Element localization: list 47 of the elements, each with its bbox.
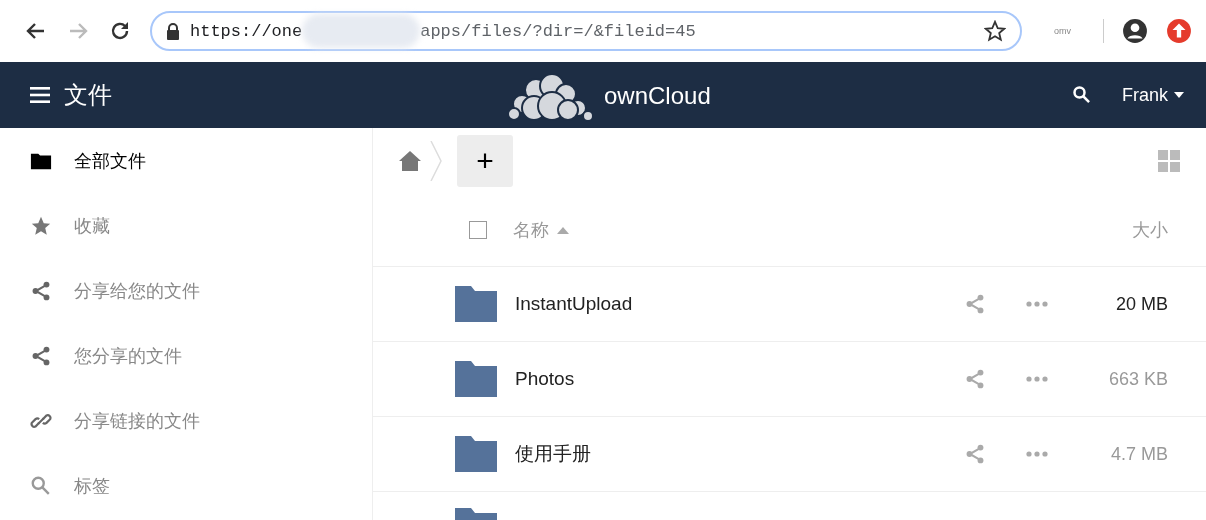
search-icon [30, 474, 52, 497]
file-size: 4.7 MB [1109, 443, 1168, 465]
app-title: 文件 [64, 80, 112, 110]
sort-caret-icon [557, 226, 569, 234]
caret-icon [1174, 92, 1184, 98]
file-row[interactable]: 使用手册 4.7 MB [373, 417, 1206, 492]
sidebar-item[interactable]: 分享给您的文件 [0, 258, 372, 323]
file-size: 20 MB [1114, 293, 1168, 315]
share-icon[interactable] [964, 368, 986, 390]
home-icon[interactable] [399, 151, 421, 171]
extension-label[interactable]: omv [1040, 26, 1085, 36]
profile-icon[interactable] [1122, 18, 1148, 44]
url-text: https://one [190, 21, 303, 41]
sidebar-item[interactable]: 全部文件 [0, 128, 372, 193]
folder-icon [455, 361, 497, 397]
select-all-checkbox[interactable] [469, 221, 487, 239]
sidebar-item[interactable]: 分享链接的文件 [0, 388, 372, 453]
lock-icon [166, 22, 180, 40]
share-icon[interactable] [964, 443, 986, 465]
file-size: 663 KB [1107, 368, 1168, 390]
sidebar-item[interactable]: 标签 [0, 453, 372, 518]
share-icon [30, 279, 52, 302]
breadcrumb-divider-icon [429, 141, 443, 181]
menu-icon[interactable] [30, 87, 50, 103]
url-text: apps/files/?dir=/&fileid=45 [420, 21, 696, 41]
sidebar-item[interactable]: 收藏 [0, 193, 372, 258]
grid-view-icon[interactable] [1158, 150, 1180, 172]
share-icon [30, 344, 52, 367]
folder-icon [455, 286, 497, 322]
file-row[interactable]: Photos 663 KB [373, 342, 1206, 417]
more-icon[interactable] [1026, 301, 1048, 307]
user-menu[interactable]: Frank [1122, 84, 1184, 106]
sidebar-item[interactable]: 您分享的文件 [0, 323, 372, 388]
new-button[interactable]: + [457, 135, 513, 187]
more-icon[interactable] [1026, 376, 1048, 382]
file-name[interactable]: InstantUpload [515, 293, 964, 315]
more-icon[interactable] [1026, 451, 1048, 457]
file-name[interactable]: 使用手册 [515, 441, 964, 467]
share-icon[interactable] [964, 293, 986, 315]
brand-name: ownCloud [604, 82, 711, 110]
search-icon[interactable] [1072, 85, 1092, 105]
file-name[interactable]: Photos [515, 368, 964, 390]
address-bar[interactable]: https://one apps/files/?dir=/&fileid=45 [150, 11, 1022, 51]
update-icon[interactable] [1166, 18, 1192, 44]
file-row[interactable]: InstantUpload 20 MB [373, 267, 1206, 342]
folder-icon [455, 436, 497, 472]
bookmark-star-icon[interactable] [984, 20, 1006, 42]
